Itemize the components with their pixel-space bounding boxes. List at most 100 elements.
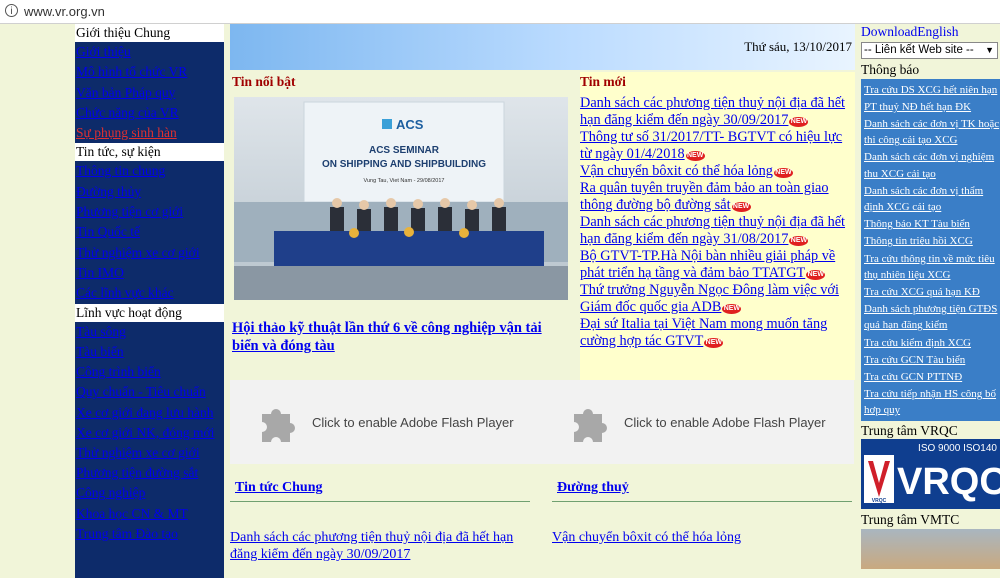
nav-thu-nghiem-xe-2[interactable]: Thử nghiệm xe cơ giới [75, 443, 224, 463]
vmtc-banner[interactable] [861, 529, 1000, 570]
photo-heading-1: ACS SEMINAR [369, 145, 440, 156]
notice-link[interactable]: Danh sách phương tiện GTĐS quá hạn đăng … [864, 301, 1000, 334]
photo-logo: ACS [396, 117, 424, 132]
top-links: DownloadEnglish [861, 24, 1000, 40]
news-item[interactable]: Bộ GTVT-TP.Hà Nội bàn nhiều giải pháp về… [580, 248, 855, 282]
news-item[interactable]: Thứ trưởng Nguyễn Ngọc Đông làm việc với… [580, 282, 855, 316]
download-link[interactable]: Download [861, 24, 917, 39]
new-badge-icon: NEW [773, 168, 793, 178]
vrqc-logo-text: VRQC [897, 461, 1000, 503]
vrqc-banner[interactable]: ISO 9000 ISO140 VRQC VRQC [861, 439, 1000, 510]
featured-news: Tin nổi bật ACS ACS SEMINAR ON SHIPPING … [230, 72, 580, 380]
nav-van-ban-phap-quy[interactable]: Văn bản Pháp quy [75, 83, 224, 103]
nav-gioi-thieu[interactable]: Giới thiệu [75, 42, 224, 62]
nav-linh-vuc-khac[interactable]: Các lĩnh vực khác [75, 283, 224, 303]
news-item-text[interactable]: Bộ GTVT-TP.Hà Nội bàn nhiều giải pháp về… [580, 248, 835, 281]
new-badge-icon: NEW [704, 338, 724, 348]
nav-thu-nghiem-xe[interactable]: Thử nghiệm xe cơ giới [75, 243, 224, 263]
column-duong-thuy: Đường thuỷ Vận chuyển bôxit có thể hóa l… [552, 480, 852, 546]
nav-cong-nghiep[interactable]: Công nghiệp [75, 483, 224, 503]
notice-link[interactable]: Danh sách các đơn vị TK hoặc thi công cả… [864, 115, 1000, 148]
flash-placeholder-left[interactable]: Click to enable Adobe Flash Player [230, 380, 542, 464]
notice-link[interactable]: Tra cứu GCN Tàu biển [864, 351, 1000, 368]
notice-link[interactable]: Tra cứu tiếp nhận HS công bố hợp quy [864, 386, 1000, 419]
column-tin-tuc-chung: Tin tức Chung Danh sách các phương tiện … [230, 480, 530, 563]
nav-thong-tin-chung[interactable]: Thông tin chung [75, 161, 224, 181]
nav-su-phung-sinh-han[interactable]: Sự phụng sinh hàn [75, 123, 224, 143]
notice-link[interactable]: Tra cứu DS XCG hết niên hạn [864, 81, 1000, 98]
notice-link[interactable]: Danh sách các đơn vị nghiệm thu XCG cải … [864, 149, 1000, 182]
notice-link[interactable]: Thông báo KT Tàu biển [864, 216, 1000, 233]
url-text[interactable]: www.vr.org.vn [24, 4, 105, 19]
news-item[interactable]: Danh sách các phương tiện thuỷ nội địa đ… [580, 95, 855, 129]
news-item[interactable]: Ra quân tuyên truyền đảm bảo an toàn gia… [580, 180, 855, 214]
vrqc-small-text: VRQC [872, 498, 887, 504]
notice-link[interactable]: Tra cứu GCN PTTNĐ [864, 368, 1000, 385]
photo-caption: Vung Tau, Viet Nam - 29/08/2017 [364, 178, 445, 184]
featured-photo[interactable]: ACS ACS SEMINAR ON SHIPPING AND SHIPBUIL… [234, 97, 568, 300]
notice-link[interactable]: PT thuỷ NĐ hết hạn ĐK [864, 98, 1000, 115]
nav-quy-chuan[interactable]: Quy chuẩn - Tiêu chuẩn [75, 382, 224, 402]
nav-xe-nk-dong-moi[interactable]: Xe cơ giới NK, đóng mới [75, 423, 224, 443]
left-sidebar: Giới thiệu Chung Giới thiệu Mô hình tổ c… [75, 24, 224, 578]
notice-link[interactable]: Tra cứu kiểm định XCG [864, 334, 1000, 351]
section-linh-vuc-title: Lĩnh vực hoạt động [75, 303, 224, 322]
nav-cong-trinh-bien[interactable]: Công trình biển [75, 362, 224, 382]
info-icon[interactable]: i [5, 4, 18, 17]
puzzle-piece-icon [262, 408, 295, 442]
nav-trung-tam-dao-tao[interactable]: Trung tâm Đào tạo [75, 524, 224, 544]
select-value: -- Liên kết Web site -- [864, 44, 974, 56]
flash-enable-text[interactable]: Click to enable Adobe Flash Player [312, 415, 514, 430]
photo-heading-2: ON SHIPPING AND SHIPBUILDING [322, 159, 486, 170]
nav-khoa-hoc[interactable]: Khoa học CN & MT [75, 504, 224, 524]
notice-link[interactable]: Tra cứu thông tin về mức tiêu thụ nhiên … [864, 250, 1000, 283]
section-gioi-thieu-title: Giới thiệu Chung [75, 24, 224, 42]
nav-mo-hinh-to-chuc[interactable]: Mô hình tổ chức VR [75, 62, 224, 82]
nav-duong-thuy[interactable]: Đường thủy [75, 182, 224, 202]
nav-chuc-nang[interactable]: Chức năng của VR [75, 103, 224, 123]
seminar-photo-image: ACS ACS SEMINAR ON SHIPPING AND SHIPBUIL… [234, 97, 568, 300]
nav-xe-dang-luu-hanh[interactable]: Xe cơ giới đang lưu hành [75, 403, 224, 423]
column-link[interactable]: Danh sách các phương tiện thuỷ nội địa đ… [230, 529, 530, 563]
new-badge-icon: NEW [789, 117, 809, 127]
notice-link[interactable]: Thông tin triệu hồi XCG [864, 233, 1000, 250]
website-links-select[interactable]: -- Liên kết Web site -- ▼ [861, 42, 998, 59]
vmtc-title: Trung tâm VMTC [861, 512, 960, 528]
nav-phuong-tien-duong-sat[interactable]: Phương tiện đường sắt [75, 463, 224, 483]
featured-link[interactable]: Hội thảo kỹ thuật lần thứ 6 về công nghi… [232, 319, 562, 355]
chevron-down-icon: ▼ [985, 45, 994, 55]
nav-phuong-tien-co-gioi[interactable]: Phương tiện cơ giới [75, 202, 224, 222]
news-item[interactable]: Danh sách các phương tiện thuỷ nội địa đ… [580, 214, 855, 248]
new-badge-icon: NEW [731, 202, 751, 212]
english-link[interactable]: English [917, 24, 958, 39]
flash-placeholder-right[interactable]: Click to enable Adobe Flash Player [542, 380, 854, 464]
nav-tau-song[interactable]: Tàu sông [75, 322, 224, 342]
nav-tau-bien[interactable]: Tàu biển [75, 342, 224, 362]
column-title[interactable]: Tin tức Chung [230, 480, 530, 502]
news-item-text[interactable]: Thông tư số 31/2017/TT- BGTVT có hiệu lự… [580, 129, 842, 162]
news-item-text[interactable]: Ra quân tuyên truyền đảm bảo an toàn gia… [580, 180, 829, 213]
new-badge-icon: NEW [789, 236, 809, 246]
notice-title: Thông báo [861, 62, 920, 77]
news-item-text[interactable]: Vận chuyển bôxit có thể hóa lỏng [580, 163, 773, 179]
flash-enable-text[interactable]: Click to enable Adobe Flash Player [624, 415, 826, 430]
column-link[interactable]: Vận chuyển bôxit có thể hóa lỏng [552, 529, 852, 546]
column-title[interactable]: Đường thuỷ [552, 480, 852, 502]
latest-news-title: Tin mới [580, 74, 626, 89]
new-badge-icon: NEW [722, 304, 742, 314]
nav-tin-imo[interactable]: Tin IMO [75, 263, 224, 283]
new-badge-icon: NEW [806, 270, 826, 280]
notice-link[interactable]: Danh sách các đơn vị thẩm định XCG cải t… [864, 182, 1000, 215]
vrqc-iso-text: ISO 9000 ISO140 [918, 443, 997, 454]
news-item[interactable]: Đại sứ Italia tại Việt Nam mong muốn tăn… [580, 316, 855, 350]
vrqc-title: Trung tâm VRQC [861, 423, 958, 439]
new-badge-icon: NEW [685, 151, 705, 161]
section-tin-tuc-title: Tin tức, sự kiện [75, 143, 224, 162]
notice-link[interactable]: Tra cứu XCG quá hạn KĐ [864, 283, 1000, 300]
news-item[interactable]: Thông tư số 31/2017/TT- BGTVT có hiệu lự… [580, 129, 855, 163]
news-item[interactable]: Vận chuyển bôxit có thể hóa lỏng NEW [580, 163, 855, 180]
latest-news-list: Danh sách các phương tiện thuỷ nội địa đ… [580, 95, 855, 350]
news-item-text[interactable]: Thứ trưởng Nguyễn Ngọc Đông làm việc với… [580, 282, 839, 315]
nav-tin-quoc-te[interactable]: Tin Quốc tế [75, 222, 224, 242]
address-bar[interactable]: i www.vr.org.vn [0, 0, 1000, 24]
